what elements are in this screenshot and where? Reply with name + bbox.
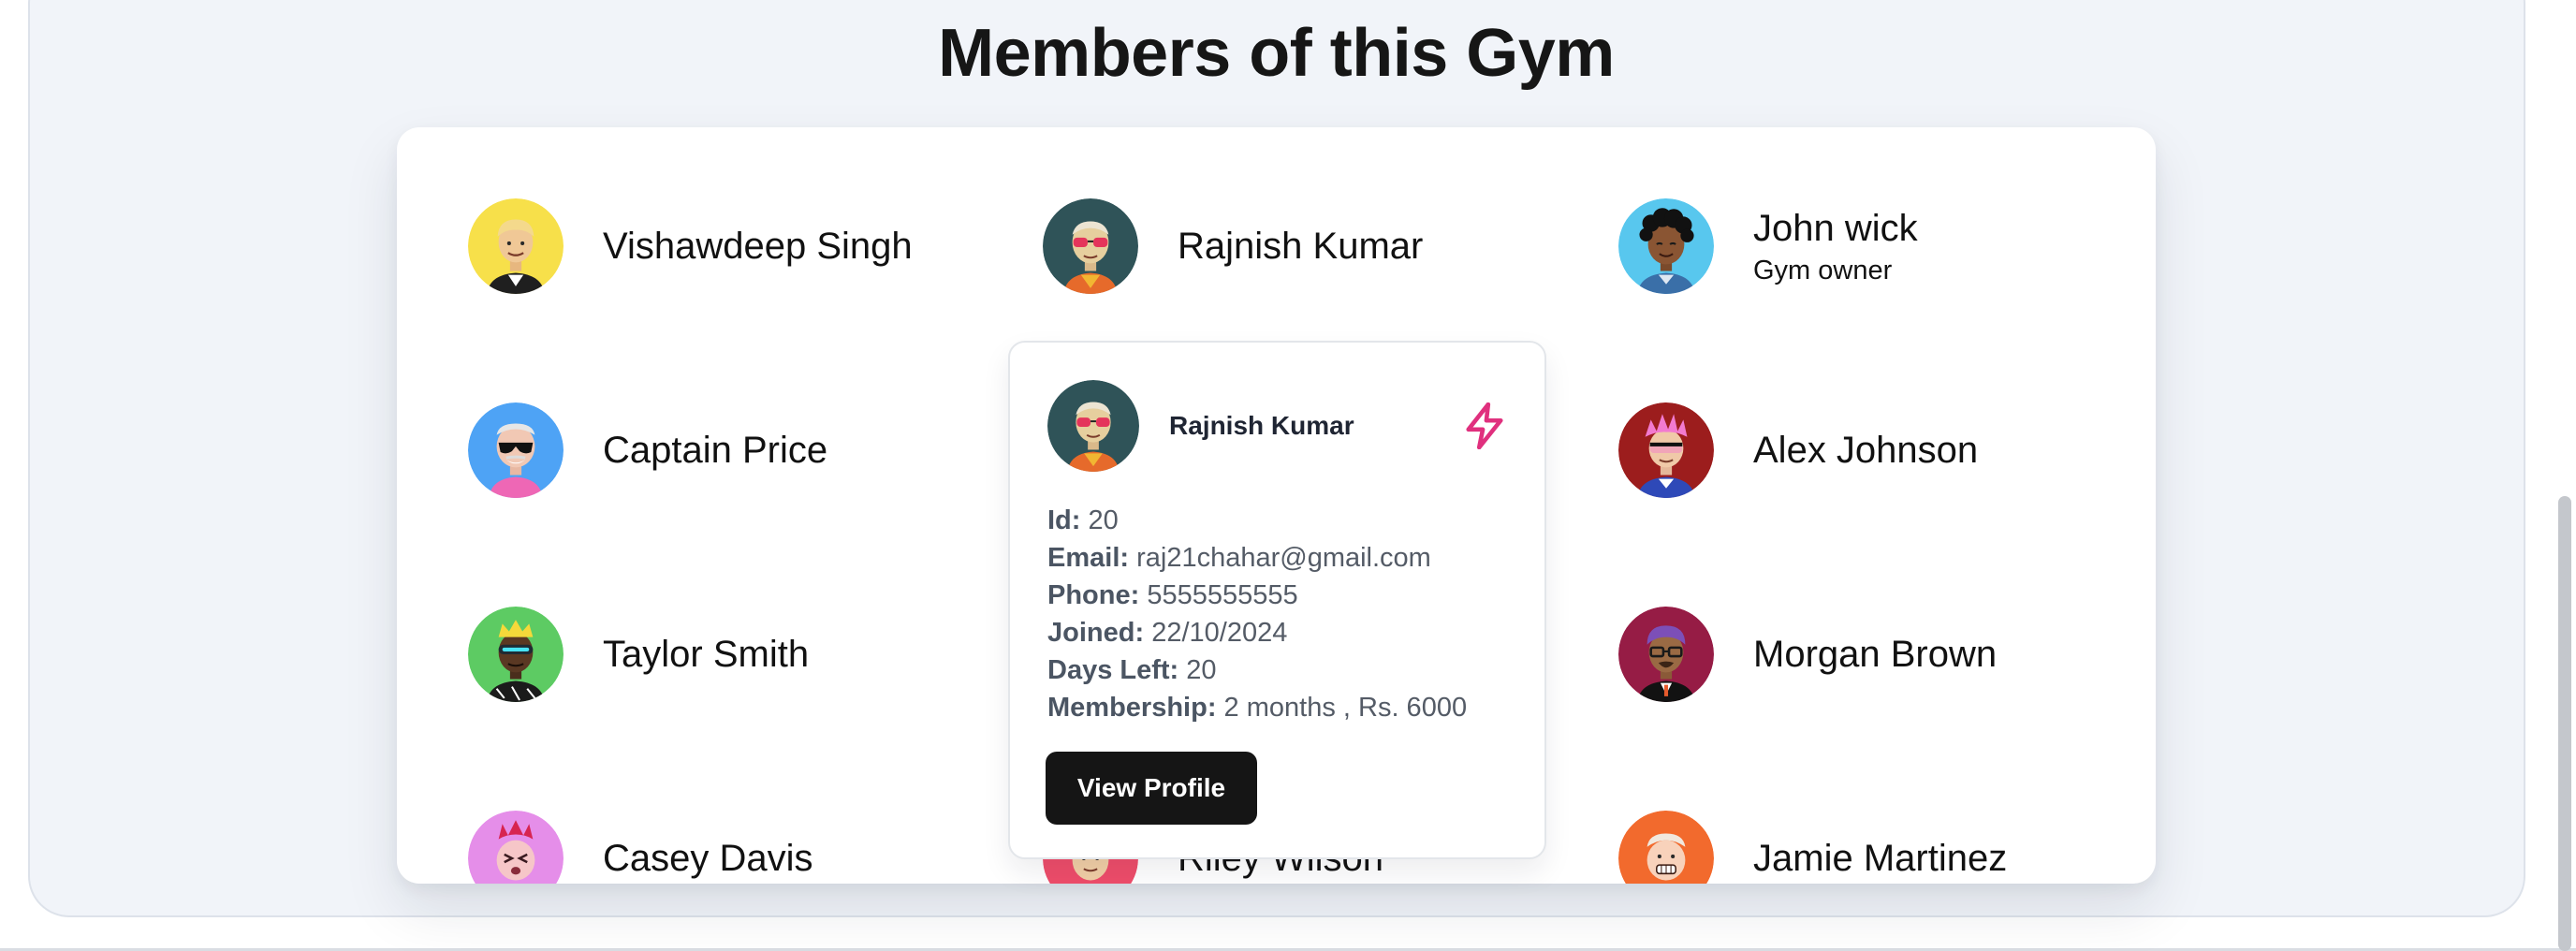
avatar-grinning-face-icon: [1618, 811, 1714, 884]
detail-membership: Membership: 2 months , Rs. 6000: [1047, 693, 1468, 723]
avatar-purple-hair-glasses-icon: [1618, 607, 1714, 702]
page-title: Members of this Gym: [938, 16, 1615, 91]
member-item-vishawdeep-singh[interactable]: Vishawdeep Singh: [468, 198, 913, 294]
detail-days-left: Days Left: 20: [1047, 655, 1217, 685]
member-role: Gym owner: [1753, 255, 1893, 285]
avatar-bald-sunglasses-icon: [468, 402, 564, 498]
lightning-bolt-icon: [1466, 402, 1503, 449]
avatar-winking-face-icon: [468, 811, 564, 884]
member-name: Vishawdeep Singh: [603, 226, 913, 267]
avatar-sunglasses-man-icon: [1047, 380, 1139, 472]
member-name: John wick: [1753, 207, 1918, 249]
member-item-jamie-martinez[interactable]: Jamie Martinez: [1618, 811, 2007, 884]
member-item-casey-davis[interactable]: Casey Davis: [468, 811, 813, 884]
member-item-rajnish-kumar[interactable]: Rajnish Kumar: [1043, 198, 1423, 294]
detail-email: Email: raj21chahar@gmail.com: [1047, 543, 1431, 573]
member-item-morgan-brown[interactable]: Morgan Brown: [1618, 607, 1997, 702]
member-name: Jamie Martinez: [1753, 838, 2008, 879]
hover-card-name: Rajnish Kumar: [1169, 411, 1354, 440]
scrollbar-thumb[interactable]: [2558, 496, 2571, 951]
member-details: Id: 20 Email: raj21chahar@gmail.com Phon…: [1047, 502, 1467, 726]
member-name: Taylor Smith: [603, 634, 810, 675]
avatar-crown-visor-icon: [468, 607, 564, 702]
member-name: Rajnish Kumar: [1178, 226, 1424, 267]
view-profile-button[interactable]: View Profile: [1046, 752, 1257, 825]
member-item-alex-johnson[interactable]: Alex Johnson: [1618, 402, 1978, 498]
member-name: Alex Johnson: [1753, 430, 1979, 471]
detail-joined: Joined: 22/10/2024: [1047, 618, 1288, 648]
avatar-sunglasses-man-icon: [1043, 198, 1138, 294]
avatar-curly-hair-man-icon: [1618, 198, 1714, 294]
avatar-pink-hair-icon: [1618, 402, 1714, 498]
member-name: Casey Davis: [603, 838, 813, 879]
member-name: Captain Price: [603, 430, 828, 471]
detail-phone: Phone: 5555555555: [1047, 580, 1298, 610]
member-item-taylor-smith[interactable]: Taylor Smith: [468, 607, 809, 702]
member-hover-card: Rajnish Kumar Id: 20 Email: raj21chahar@…: [1008, 341, 1546, 859]
detail-id: Id: 20: [1047, 505, 1119, 535]
member-item-john-wick[interactable]: John wick Gym owner: [1618, 198, 1918, 294]
member-name: Morgan Brown: [1753, 634, 1998, 675]
avatar-blonde-man-icon: [468, 198, 564, 294]
member-item-captain-price[interactable]: Captain Price: [468, 402, 827, 498]
